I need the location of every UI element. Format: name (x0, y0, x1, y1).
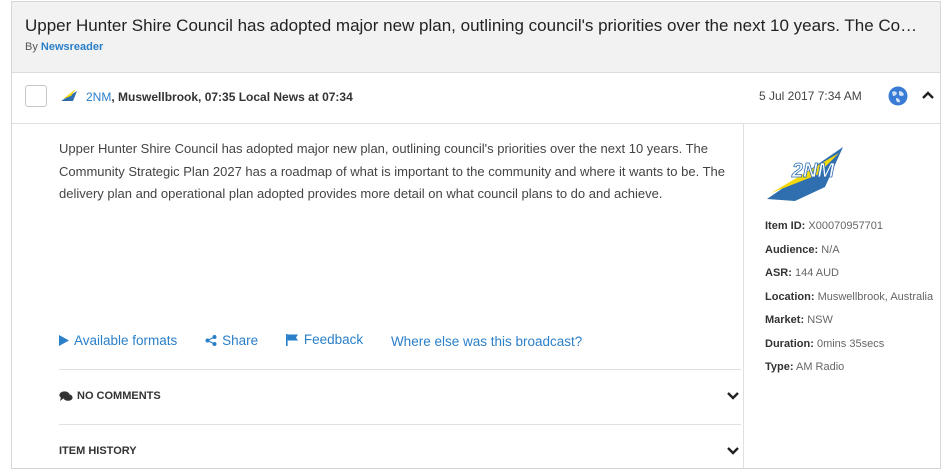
item-history-section[interactable]: ITEM HISTORY (59, 424, 741, 468)
market-row: Market: NSW (765, 314, 833, 326)
news-item-card: Upper Hunter Shire Council has adopted m… (11, 1, 941, 469)
author-link[interactable]: Newsreader (41, 41, 103, 53)
station-link[interactable]: 2NM (86, 90, 111, 104)
share-label: Share (222, 332, 259, 348)
duration-value: 0mins 35secs (816, 337, 885, 350)
item-details-panel: 2NM Item ID: X00070957701 Audience: N/A … (743, 123, 940, 468)
audience-value: N/A (821, 243, 840, 256)
item-id-value: X00070957701 (808, 220, 884, 232)
feedback-label: Feedback (303, 332, 364, 347)
globe-icon[interactable] (888, 86, 908, 106)
station-logo: 2NM (767, 147, 843, 201)
broadcast-datetime: 5 Jul 2017 7:34 AM (759, 89, 862, 103)
article-title[interactable]: Upper Hunter Shire Council has adopted m… (25, 16, 925, 36)
item-row: 2NM, Muswellbrook, 07:35 Local News at 0… (12, 73, 940, 124)
item-id-row: Item ID: X00070957701 (765, 220, 884, 232)
asr-row: ASR: 144 AUD (765, 267, 839, 279)
play-icon (59, 334, 69, 346)
share-link[interactable]: Share (205, 333, 258, 348)
logo-text: 2NM (791, 160, 836, 182)
chevron-down-icon[interactable] (725, 443, 741, 459)
share-icon (205, 334, 217, 346)
station-line: 2NM, Muswellbrook, 07:35 Local News at 0… (86, 90, 353, 104)
item-history-label: ITEM HISTORY (59, 445, 137, 457)
asr-value: 144 AUD (794, 267, 839, 279)
by-label: By (25, 41, 38, 53)
flag-icon (285, 333, 298, 346)
comments-label: NO COMMENTS (77, 390, 161, 402)
location-row: Location: Muswellbrook, Australia (765, 290, 934, 303)
actions-bar: Available formats Share Feedback Where e… (59, 332, 606, 349)
radio-tower-icon (61, 89, 77, 101)
program-info: , Muswellbrook, 07:35 Local News at 07:3… (111, 90, 353, 104)
item-metadata: Item ID: X00070957701 Audience: N/A ASR:… (765, 215, 935, 380)
available-formats-label: Available formats (74, 332, 178, 348)
item-body-text: Upper Hunter Shire Council has adopted m… (59, 141, 725, 201)
comments-section[interactable]: NO COMMENTS (59, 369, 741, 422)
byline: By Newsreader (25, 41, 103, 53)
available-formats-link[interactable]: Available formats (59, 333, 177, 348)
comments-header: NO COMMENTS (59, 390, 161, 402)
where-else-link[interactable]: Where else was this broadcast? (391, 334, 582, 349)
duration-row: Duration: 0mins 35secs (765, 337, 885, 350)
select-checkbox[interactable] (25, 85, 47, 107)
audience-row: Audience: N/A (765, 243, 840, 256)
location-value: Muswellbrook, Australia (817, 290, 934, 303)
feedback-link[interactable]: Feedback (285, 332, 364, 347)
type-row: Type: AM Radio (765, 361, 845, 373)
comments-icon (59, 390, 73, 401)
chevron-down-icon[interactable] (725, 388, 741, 404)
market-value: NSW (807, 314, 833, 326)
article-header: Upper Hunter Shire Council has adopted m… (12, 2, 940, 73)
type-value: AM Radio (795, 361, 845, 373)
chevron-up-icon[interactable] (920, 87, 936, 103)
